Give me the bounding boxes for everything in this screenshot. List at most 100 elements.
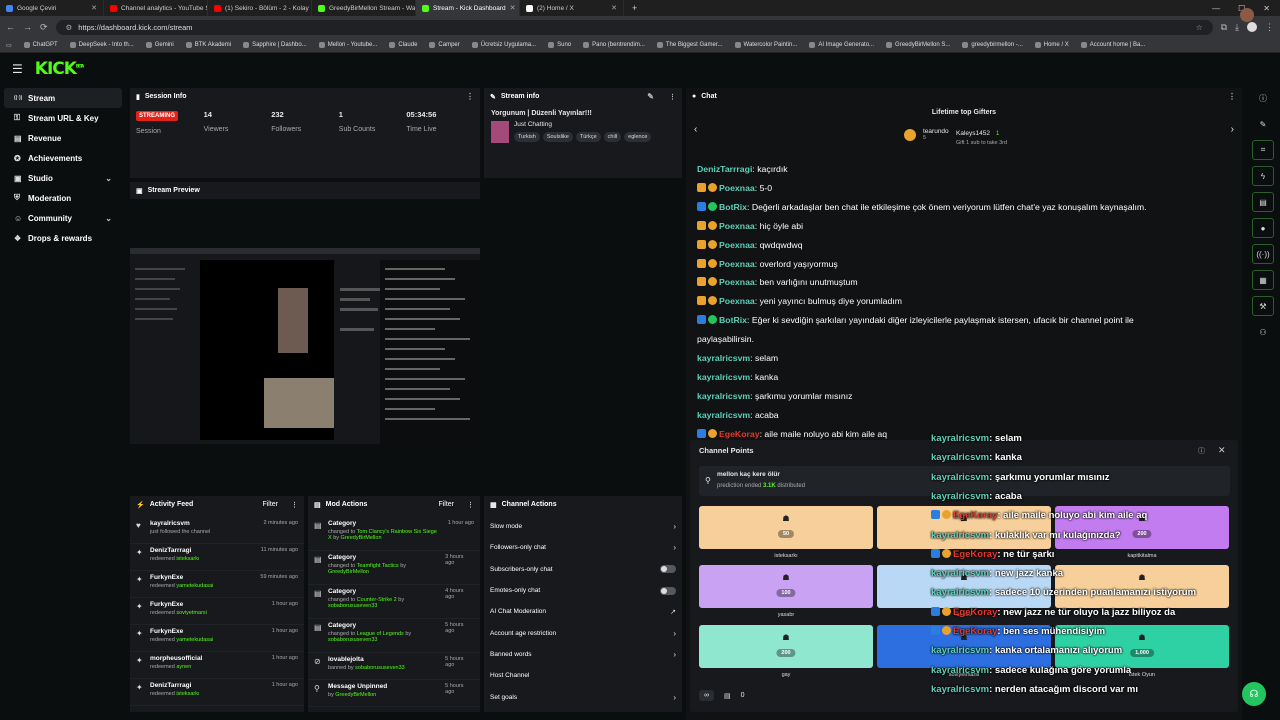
stream-tag[interactable]: Turkish: [514, 132, 540, 142]
activity-name[interactable]: kayralricsvm: [150, 520, 210, 527]
chat-username[interactable]: BotRix: [719, 315, 747, 325]
tab-close-icon[interactable]: ✕: [510, 4, 516, 12]
minimize-icon[interactable]: —: [1212, 4, 1220, 13]
chat-username[interactable]: kayralricsvm: [697, 410, 750, 420]
chat-username[interactable]: Poexnaa: [719, 240, 755, 250]
tab-close-icon[interactable]: ✕: [611, 4, 617, 12]
bookmarks-icon[interactable]: ▭: [6, 42, 12, 49]
url-input[interactable]: ⚙ https://dashboard.kick.com/stream ☆: [55, 19, 1213, 35]
bookmark-item[interactable]: DeepSeek - Into th...: [69, 42, 134, 48]
chat-message[interactable]: Poexnaa: qwdqwdwq: [697, 236, 1217, 255]
activity-menu-icon[interactable]: ⋮: [291, 501, 298, 509]
reload-icon[interactable]: ⟳: [40, 22, 48, 33]
pencil-rail-icon[interactable]: ✎: [1252, 114, 1274, 134]
chat-message[interactable]: BotRix: Değerli arkadaşlar ben chat ile …: [697, 198, 1217, 217]
bookmark-item[interactable]: Sapphire | Dashbo...: [243, 42, 307, 48]
stream-tag[interactable]: Türkçe: [575, 132, 601, 142]
info-rail-icon[interactable]: ⓘ: [1252, 88, 1274, 108]
bookmark-item[interactable]: greedybirmellon -...: [962, 42, 1023, 48]
browser-tab[interactable]: GreedyBirMellon Stream - Watch✕: [312, 0, 416, 16]
toggle-switch[interactable]: [660, 586, 676, 595]
chat-username[interactable]: EgeKoray: [719, 429, 760, 439]
browser-tab[interactable]: Channel analytics - YouTube Studio✕: [104, 0, 208, 16]
profile-icon[interactable]: [1247, 22, 1257, 32]
bookmark-star-icon[interactable]: ☆: [1196, 23, 1203, 32]
bookmark-item[interactable]: Ücretsiz Uygulama...: [471, 42, 536, 48]
channel-action-slow-mode[interactable]: Slow mode ›: [484, 516, 682, 537]
chevron-down-icon[interactable]: ⌄: [105, 214, 112, 223]
bookmark-item[interactable]: Home / X: [1034, 42, 1069, 48]
bookmark-item[interactable]: GreedyBirMellon S...: [886, 42, 950, 48]
activity-item[interactable]: ✦ FurkynExe redeemed yametekudasai 1 hour a…: [130, 625, 304, 652]
activity-name[interactable]: morpheusofficial: [150, 655, 202, 662]
chat-message[interactable]: kayralricsvm: şarkımu yorumlar mısınız: [697, 387, 1217, 406]
stream-tag[interactable]: eglence: [624, 132, 652, 142]
forward-icon[interactable]: →: [23, 22, 32, 32]
activity-name[interactable]: FurkynExe: [150, 601, 207, 608]
chat-message[interactable]: Poexnaa: yeni yayıncı bulmuş diye yoruml…: [697, 292, 1217, 311]
mod-menu-icon[interactable]: ⋮: [467, 501, 474, 509]
mod-action-item[interactable]: ▤ Category changed to League of Legends by…: [308, 619, 480, 653]
bookmark-item[interactable]: The Biggest Gamer...: [656, 42, 723, 48]
bookmark-item[interactable]: AI Image Generato...: [809, 42, 874, 48]
download-icon[interactable]: ⤓: [1235, 22, 1239, 33]
sidebar-item-revenue[interactable]: ▤ Revenue: [4, 128, 122, 148]
browser-tab[interactable]: Stream - Kick Dashboard ✕: [416, 0, 520, 16]
activity-item[interactable]: ✦ FurkynExe redeemed soviyetmarsi 1 hour ag…: [130, 598, 304, 625]
channel-action-subscribers-only-chat[interactable]: Subscribers-only chat: [484, 559, 682, 580]
chat-message[interactable]: paylaşabilirsin.: [697, 330, 1217, 349]
hamburger-menu-icon[interactable]: ☰: [12, 62, 23, 76]
chat-bubble-rail-icon[interactable]: ●: [1252, 218, 1274, 238]
mod-action-item[interactable]: ⚲ Message Unpinned by GreedyBirMellon 5 hou…: [308, 680, 480, 707]
points-balance-icon[interactable]: ∞: [699, 690, 714, 701]
reward-tile[interactable]: ☗ 50: [699, 506, 873, 549]
mod-action-item[interactable]: ▤ Category changed to Counter-Strike 2 by …: [308, 585, 480, 619]
channel-action-set-goals[interactable]: Set goals ›: [484, 686, 682, 707]
site-info-icon[interactable]: ⚙: [66, 23, 73, 32]
browser-tab[interactable]: (1) Sekiro - Bölüm - 2 - Kolay Boss✕: [208, 0, 312, 16]
sidebar-item-community[interactable]: ☺ Community ⌄: [4, 208, 122, 228]
activity-name[interactable]: DenizTarrragi: [150, 547, 200, 554]
reward-tile[interactable]: ☗ 200: [699, 625, 873, 668]
activity-name[interactable]: FurkynExe: [150, 574, 213, 581]
mod-action-by[interactable]: sobaborususeven33: [328, 603, 378, 609]
activity-item[interactable]: ✦ DenizTarrragi redeemed isteksarkı 1 hour …: [130, 679, 304, 706]
sidebar-item-achievements[interactable]: ✪ Achievements: [4, 148, 122, 168]
chevron-right-icon[interactable]: ›: [673, 629, 676, 638]
avatar[interactable]: [1240, 8, 1254, 22]
external-link-icon[interactable]: ↗: [670, 608, 676, 616]
toggle-switch[interactable]: [660, 565, 676, 574]
chat-username[interactable]: kayralricsvm: [697, 372, 750, 382]
chat-username[interactable]: Poexnaa: [719, 296, 755, 306]
bookmark-item[interactable]: Claude: [389, 42, 417, 48]
broadcast-rail-icon[interactable]: ((·)): [1252, 244, 1274, 264]
calendar-rail-icon[interactable]: ▦: [1252, 270, 1274, 290]
bookmark-item[interactable]: Mellon - Youtube...: [318, 42, 377, 48]
chevron-right-icon[interactable]: ›: [673, 693, 676, 702]
chevron-right-icon[interactable]: ›: [673, 650, 676, 659]
browser-tab[interactable]: (2) Home / X ✕: [520, 0, 624, 16]
chat-menu-icon[interactable]: ⋮: [1228, 92, 1236, 101]
mod-action-by[interactable]: sobaborususeven33: [355, 665, 405, 671]
clipboard-rail-icon[interactable]: ▤: [1252, 192, 1274, 212]
chevron-right-icon[interactable]: ›: [673, 522, 676, 531]
chat-username[interactable]: DenizTarrragi: [697, 164, 752, 174]
bookmark-item[interactable]: Watercolor Paintin...: [734, 42, 797, 48]
new-tab-button[interactable]: +: [632, 3, 637, 13]
channel-action-ai-chat-moderation[interactable]: AI Chat Moderation ↗: [484, 601, 682, 622]
chat-message[interactable]: BotRix: Eğer ki sevdiğin şarkıları yayın…: [697, 311, 1217, 330]
people-rail-icon[interactable]: ⚇: [1252, 322, 1274, 342]
mod-action-by[interactable]: sobaborususeven33: [328, 637, 378, 643]
bookmark-item[interactable]: Pano (bentrendim...: [583, 42, 645, 48]
channel-action-emotes-only-chat[interactable]: Emotes-only chat: [484, 580, 682, 601]
activity-item[interactable]: ✦ morpheusofficial redeemed aynen 1 hour ag…: [130, 652, 304, 679]
session-info-menu-icon[interactable]: ⋮: [466, 92, 474, 101]
sidebar-item-stream[interactable]: ((·)) Stream: [4, 88, 122, 108]
sidebar-item-stream-url-key[interactable]: ⚿ Stream URL & Key: [4, 108, 122, 128]
activity-name[interactable]: DenizTarrragi: [150, 682, 200, 689]
tab-close-icon[interactable]: ✕: [91, 4, 97, 12]
chat-message[interactable]: Poexnaa: 5-0: [697, 179, 1217, 198]
stream-tag[interactable]: chill: [603, 132, 622, 142]
chat-username[interactable]: BotRix: [719, 202, 747, 212]
mod-action-by[interactable]: GreedyBirMellon: [341, 535, 382, 541]
